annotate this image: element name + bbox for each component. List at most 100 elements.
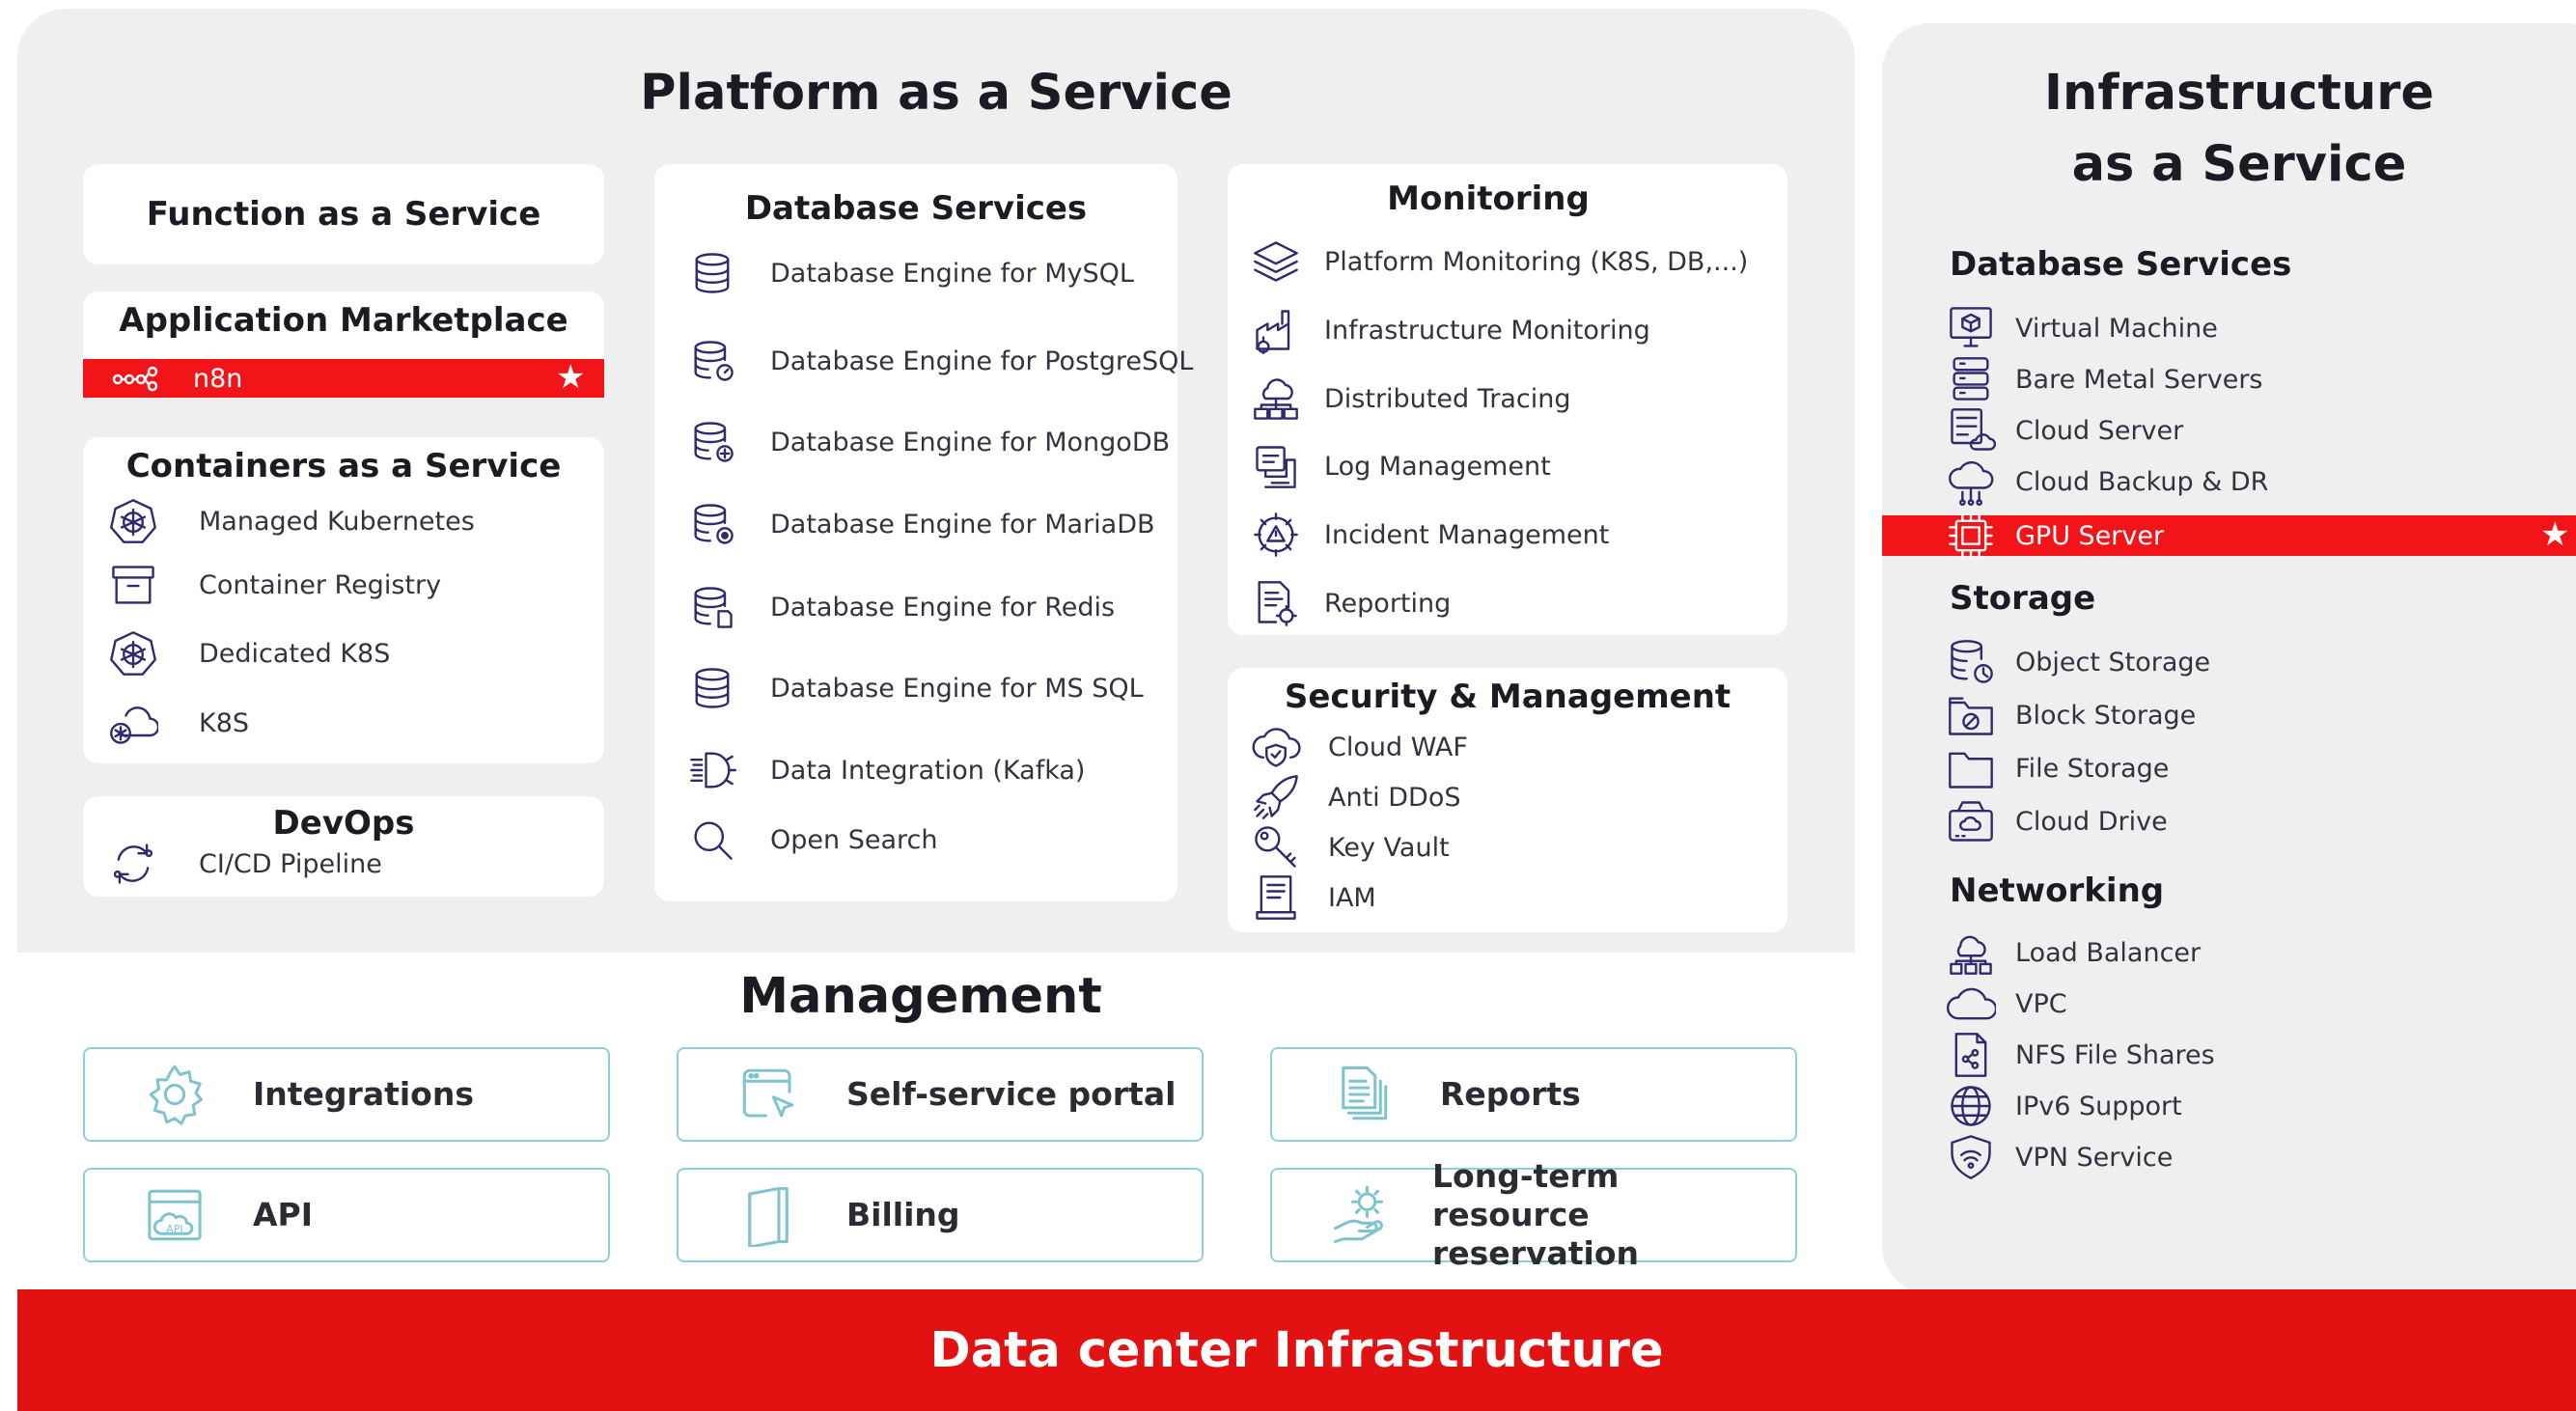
caas-item-2[interactable]: Dedicated K8S [108, 628, 390, 678]
db-item-0-label: Database Engine for MySQL [770, 258, 1134, 289]
caas-item-0[interactable]: Managed Kubernetes [108, 496, 475, 546]
security-item-1[interactable]: Anti DDoS [1251, 772, 1461, 822]
security-item-2[interactable]: Key Vault [1251, 822, 1450, 872]
file-share-icon [1946, 1030, 1996, 1080]
load-balancer-icon [1946, 927, 1996, 978]
monitoring-item-3[interactable]: Log Management [1251, 441, 1551, 491]
iaas-db-item-2[interactable]: Cloud Server [1946, 405, 2183, 456]
storage-item-3[interactable]: Cloud Drive [1946, 796, 2168, 846]
devops-item-0[interactable]: CI/CD Pipeline [108, 839, 382, 889]
security-item-0[interactable]: Cloud WAF [1251, 722, 1468, 772]
management-item-4[interactable]: Billing [677, 1168, 1204, 1262]
shield-wifi-icon [1946, 1132, 1996, 1182]
networking-item-4[interactable]: VPN Service [1946, 1132, 2173, 1182]
networking-item-1[interactable]: VPC [1946, 979, 2067, 1029]
iaas-db-item-0[interactable]: Virtual Machine [1946, 303, 2218, 353]
storage-item-0-label: Object Storage [2015, 647, 2211, 678]
star-icon: ★ [556, 358, 586, 397]
management-item-label: Long-term resource reservation [1432, 1157, 1639, 1272]
monitoring-item-4[interactable]: Incident Management [1251, 510, 1609, 560]
networking-item-4-label: VPN Service [2015, 1142, 2174, 1173]
db-item-0[interactable]: Database Engine for MySQL [687, 248, 1134, 298]
security-item-1-label: Anti DDoS [1328, 782, 1461, 813]
caas-item-1-label: Container Registry [199, 569, 442, 600]
devops-item-0-label: CI/CD Pipeline [199, 848, 382, 879]
iaas-storage-title: Storage [1950, 579, 2096, 618]
database-dot-icon [687, 499, 737, 549]
iaas-db-item-2-label: Cloud Server [2015, 415, 2184, 446]
object-storage-icon [1946, 637, 1996, 687]
iaas-db-item-0-label: Virtual Machine [2015, 313, 2218, 344]
kubernetes-icon [108, 628, 158, 678]
iaas-title-line2: as a Service [2071, 136, 2407, 193]
db-item-3-label: Database Engine for MariaDB [770, 509, 1155, 540]
layers-icon [1251, 236, 1301, 287]
incident-gear-icon [1251, 510, 1301, 560]
monitoring-item-2[interactable]: Distributed Tracing [1251, 374, 1571, 424]
management-item-label: Reports [1440, 1075, 1581, 1113]
management-item-0[interactable]: Integrations [83, 1047, 610, 1142]
networking-item-0-label: Load Balancer [2015, 937, 2202, 968]
caas-item-1[interactable]: Container Registry [108, 560, 441, 610]
report-gear-icon [1251, 578, 1301, 628]
db-item-6[interactable]: Data Integration (Kafka) [687, 745, 1085, 795]
data-integration-icon [687, 745, 737, 795]
security-item-3[interactable]: IAM [1251, 872, 1376, 923]
networking-item-0[interactable]: Load Balancer [1946, 927, 2201, 978]
caas-item-3[interactable]: K8S [108, 698, 249, 748]
gear-icon [143, 1063, 207, 1126]
browser-cursor-icon [736, 1063, 800, 1126]
monitoring-item-3-label: Log Management [1324, 451, 1551, 482]
faas-card: Function as a Service [83, 164, 604, 264]
management-item-3[interactable]: API API [83, 1168, 610, 1262]
folder-icon [1946, 743, 1996, 793]
caas-item-0-label: Managed Kubernetes [199, 506, 475, 537]
db-item-7[interactable]: Open Search [687, 815, 937, 865]
networking-item-3-label: IPv6 Support [2015, 1091, 2182, 1121]
monitoring-item-5[interactable]: Reporting [1251, 578, 1451, 628]
db-item-2[interactable]: Database Engine for MongoDB [687, 417, 1170, 467]
db-item-5-label: Database Engine for MS SQL [770, 673, 1144, 704]
footer-banner: Data center Infrastructure [17, 1289, 2576, 1411]
db-item-4-label: Database Engine for Redis [770, 592, 1116, 622]
networking-item-3[interactable]: IPv6 Support [1946, 1081, 2182, 1131]
monitoring-item-0[interactable]: Platform Monitoring (K8S, DB,...) [1251, 236, 1748, 287]
db-item-1[interactable]: Database Engine for PostgreSQL [687, 336, 1193, 386]
monitor-cube-icon [1946, 303, 1996, 353]
db-item-4[interactable]: Database Engine for Redis [687, 582, 1115, 632]
storage-item-3-label: Cloud Drive [2015, 806, 2168, 837]
management-item-5[interactable]: Long-term resource reservation [1270, 1157, 1797, 1272]
kubernetes-cloud-icon [108, 698, 158, 748]
iaas-db-item-4[interactable]: GPU Server [1946, 511, 2164, 561]
storage-item-1[interactable]: Block Storage [1946, 690, 2196, 740]
monitoring-item-2-label: Distributed Tracing [1324, 383, 1571, 414]
cloud-icon [1946, 979, 1996, 1029]
iaas-networking-title: Networking [1950, 872, 2165, 910]
storage-item-2[interactable]: File Storage [1946, 743, 2169, 793]
management-item-label: Billing [846, 1196, 960, 1233]
monitoring-item-5-label: Reporting [1324, 588, 1452, 619]
management-item-label: Self-service portal [846, 1075, 1177, 1113]
sync-arrows-icon [108, 839, 158, 889]
security-item-3-label: IAM [1328, 882, 1376, 913]
management-item-label: API [253, 1196, 314, 1233]
monitoring-item-1-label: Infrastructure Monitoring [1324, 315, 1650, 346]
paas-title: Platform as a Service [640, 65, 1233, 122]
db-item-7-label: Open Search [770, 824, 938, 855]
iaas-db-item-1[interactable]: Bare Metal Servers [1946, 354, 2263, 404]
iaas-db-item-3[interactable]: Cloud Backup & DR [1946, 456, 2268, 507]
documents-icon [1330, 1063, 1394, 1126]
db-item-5[interactable]: Database Engine for MS SQL [687, 663, 1144, 713]
marketplace-item-n8n[interactable]: n8n ★ [83, 359, 604, 398]
management-item-2[interactable]: Reports [1270, 1047, 1797, 1142]
log-monitor-icon [1251, 441, 1301, 491]
db-item-1-label: Database Engine for PostgreSQL [770, 346, 1194, 376]
devops-title: DevOps [272, 804, 415, 843]
storage-item-0[interactable]: Object Storage [1946, 637, 2210, 687]
networking-item-2[interactable]: NFS File Shares [1946, 1030, 2215, 1080]
caas-title: Containers as a Service [125, 447, 562, 485]
management-item-1[interactable]: Self-service portal [677, 1047, 1204, 1142]
db-item-3[interactable]: Database Engine for MariaDB [687, 499, 1155, 549]
monitoring-item-1[interactable]: Infrastructure Monitoring [1251, 305, 1650, 355]
networking-item-2-label: NFS File Shares [2015, 1039, 2215, 1070]
